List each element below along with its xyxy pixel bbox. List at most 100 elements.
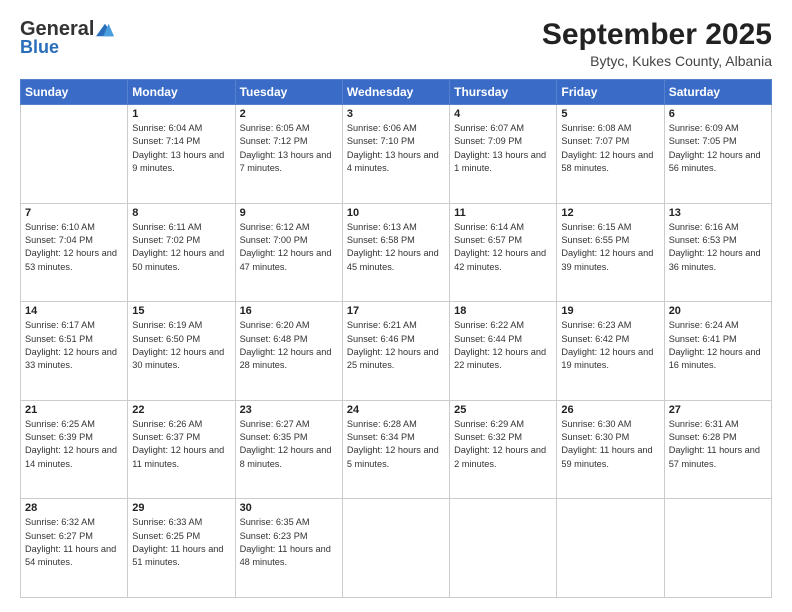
sunset-text: Sunset: 6:46 PM — [347, 334, 415, 344]
daylight-text: Daylight: 11 hours and 48 minutes. — [240, 544, 331, 567]
calendar-week-row: 7 Sunrise: 6:10 AM Sunset: 7:04 PM Dayli… — [21, 203, 772, 302]
table-row: 27 Sunrise: 6:31 AM Sunset: 6:28 PM Dayl… — [664, 400, 771, 499]
day-number: 7 — [25, 207, 123, 219]
day-info: Sunrise: 6:33 AM Sunset: 6:25 PM Dayligh… — [132, 516, 230, 569]
logo: General Blue — [20, 18, 114, 58]
sunset-text: Sunset: 7:07 PM — [561, 136, 629, 146]
sunrise-text: Sunrise: 6:26 AM — [132, 419, 202, 429]
sunrise-text: Sunrise: 6:17 AM — [25, 320, 95, 330]
day-number: 2 — [240, 108, 338, 120]
day-number: 21 — [25, 404, 123, 416]
sunset-text: Sunset: 6:50 PM — [132, 334, 200, 344]
title-block: September 2025 Bytyc, Kukes County, Alba… — [542, 18, 772, 69]
day-number: 6 — [669, 108, 767, 120]
day-info: Sunrise: 6:19 AM Sunset: 6:50 PM Dayligh… — [132, 319, 230, 372]
day-info: Sunrise: 6:05 AM Sunset: 7:12 PM Dayligh… — [240, 122, 338, 175]
sunrise-text: Sunrise: 6:33 AM — [132, 517, 202, 527]
sunrise-text: Sunrise: 6:22 AM — [454, 320, 524, 330]
sunset-text: Sunset: 6:48 PM — [240, 334, 308, 344]
daylight-text: Daylight: 12 hours and 30 minutes. — [132, 347, 224, 370]
daylight-text: Daylight: 12 hours and 28 minutes. — [240, 347, 332, 370]
day-number: 28 — [25, 502, 123, 514]
daylight-text: Daylight: 13 hours and 4 minutes. — [347, 150, 439, 173]
table-row: 14 Sunrise: 6:17 AM Sunset: 6:51 PM Dayl… — [21, 302, 128, 401]
sunrise-text: Sunrise: 6:21 AM — [347, 320, 417, 330]
sunset-text: Sunset: 7:10 PM — [347, 136, 415, 146]
daylight-text: Daylight: 13 hours and 9 minutes. — [132, 150, 224, 173]
day-number: 17 — [347, 305, 445, 317]
sunset-text: Sunset: 6:30 PM — [561, 432, 629, 442]
daylight-text: Daylight: 11 hours and 51 minutes. — [132, 544, 223, 567]
day-number: 26 — [561, 404, 659, 416]
table-row: 8 Sunrise: 6:11 AM Sunset: 7:02 PM Dayli… — [128, 203, 235, 302]
table-row: 24 Sunrise: 6:28 AM Sunset: 6:34 PM Dayl… — [342, 400, 449, 499]
sunset-text: Sunset: 6:53 PM — [669, 235, 737, 245]
daylight-text: Daylight: 12 hours and 11 minutes. — [132, 445, 224, 468]
day-info: Sunrise: 6:29 AM Sunset: 6:32 PM Dayligh… — [454, 418, 552, 471]
day-number: 3 — [347, 108, 445, 120]
sunset-text: Sunset: 7:04 PM — [25, 235, 93, 245]
table-row: 21 Sunrise: 6:25 AM Sunset: 6:39 PM Dayl… — [21, 400, 128, 499]
table-row: 28 Sunrise: 6:32 AM Sunset: 6:27 PM Dayl… — [21, 499, 128, 598]
table-row: 7 Sunrise: 6:10 AM Sunset: 7:04 PM Dayli… — [21, 203, 128, 302]
table-row: 20 Sunrise: 6:24 AM Sunset: 6:41 PM Dayl… — [664, 302, 771, 401]
day-info: Sunrise: 6:07 AM Sunset: 7:09 PM Dayligh… — [454, 122, 552, 175]
table-row — [664, 499, 771, 598]
day-number: 24 — [347, 404, 445, 416]
day-number: 30 — [240, 502, 338, 514]
daylight-text: Daylight: 12 hours and 58 minutes. — [561, 150, 653, 173]
table-row: 18 Sunrise: 6:22 AM Sunset: 6:44 PM Dayl… — [450, 302, 557, 401]
page: General Blue September 2025 Bytyc, Kukes… — [0, 0, 792, 612]
daylight-text: Daylight: 12 hours and 39 minutes. — [561, 248, 653, 271]
daylight-text: Daylight: 12 hours and 14 minutes. — [25, 445, 117, 468]
calendar-table: Sunday Monday Tuesday Wednesday Thursday… — [20, 79, 772, 598]
sunset-text: Sunset: 6:58 PM — [347, 235, 415, 245]
sunset-text: Sunset: 7:09 PM — [454, 136, 522, 146]
sunset-text: Sunset: 6:51 PM — [25, 334, 93, 344]
day-info: Sunrise: 6:35 AM Sunset: 6:23 PM Dayligh… — [240, 516, 338, 569]
sunset-text: Sunset: 6:42 PM — [561, 334, 629, 344]
sunrise-text: Sunrise: 6:06 AM — [347, 123, 417, 133]
day-number: 15 — [132, 305, 230, 317]
table-row: 23 Sunrise: 6:27 AM Sunset: 6:35 PM Dayl… — [235, 400, 342, 499]
day-number: 16 — [240, 305, 338, 317]
col-monday: Monday — [128, 80, 235, 105]
sunset-text: Sunset: 6:57 PM — [454, 235, 522, 245]
day-info: Sunrise: 6:04 AM Sunset: 7:14 PM Dayligh… — [132, 122, 230, 175]
sunset-text: Sunset: 6:34 PM — [347, 432, 415, 442]
day-info: Sunrise: 6:16 AM Sunset: 6:53 PM Dayligh… — [669, 221, 767, 274]
table-row — [557, 499, 664, 598]
day-number: 19 — [561, 305, 659, 317]
day-info: Sunrise: 6:06 AM Sunset: 7:10 PM Dayligh… — [347, 122, 445, 175]
day-number: 27 — [669, 404, 767, 416]
daylight-text: Daylight: 12 hours and 47 minutes. — [240, 248, 332, 271]
table-row: 4 Sunrise: 6:07 AM Sunset: 7:09 PM Dayli… — [450, 105, 557, 204]
table-row — [450, 499, 557, 598]
daylight-text: Daylight: 12 hours and 2 minutes. — [454, 445, 546, 468]
daylight-text: Daylight: 11 hours and 59 minutes. — [561, 445, 652, 468]
sunrise-text: Sunrise: 6:15 AM — [561, 222, 631, 232]
month-title: September 2025 — [542, 18, 772, 51]
sunrise-text: Sunrise: 6:30 AM — [561, 419, 631, 429]
day-number: 9 — [240, 207, 338, 219]
sunrise-text: Sunrise: 6:05 AM — [240, 123, 310, 133]
col-thursday: Thursday — [450, 80, 557, 105]
sunset-text: Sunset: 6:28 PM — [669, 432, 737, 442]
sunrise-text: Sunrise: 6:29 AM — [454, 419, 524, 429]
sunrise-text: Sunrise: 6:32 AM — [25, 517, 95, 527]
table-row: 15 Sunrise: 6:19 AM Sunset: 6:50 PM Dayl… — [128, 302, 235, 401]
calendar-week-row: 1 Sunrise: 6:04 AM Sunset: 7:14 PM Dayli… — [21, 105, 772, 204]
day-number: 14 — [25, 305, 123, 317]
day-number: 4 — [454, 108, 552, 120]
day-number: 25 — [454, 404, 552, 416]
sunrise-text: Sunrise: 6:16 AM — [669, 222, 739, 232]
daylight-text: Daylight: 13 hours and 1 minute. — [454, 150, 546, 173]
sunset-text: Sunset: 6:35 PM — [240, 432, 308, 442]
daylight-text: Daylight: 13 hours and 7 minutes. — [240, 150, 332, 173]
table-row: 10 Sunrise: 6:13 AM Sunset: 6:58 PM Dayl… — [342, 203, 449, 302]
table-row: 3 Sunrise: 6:06 AM Sunset: 7:10 PM Dayli… — [342, 105, 449, 204]
col-saturday: Saturday — [664, 80, 771, 105]
day-info: Sunrise: 6:20 AM Sunset: 6:48 PM Dayligh… — [240, 319, 338, 372]
table-row: 16 Sunrise: 6:20 AM Sunset: 6:48 PM Dayl… — [235, 302, 342, 401]
sunrise-text: Sunrise: 6:09 AM — [669, 123, 739, 133]
